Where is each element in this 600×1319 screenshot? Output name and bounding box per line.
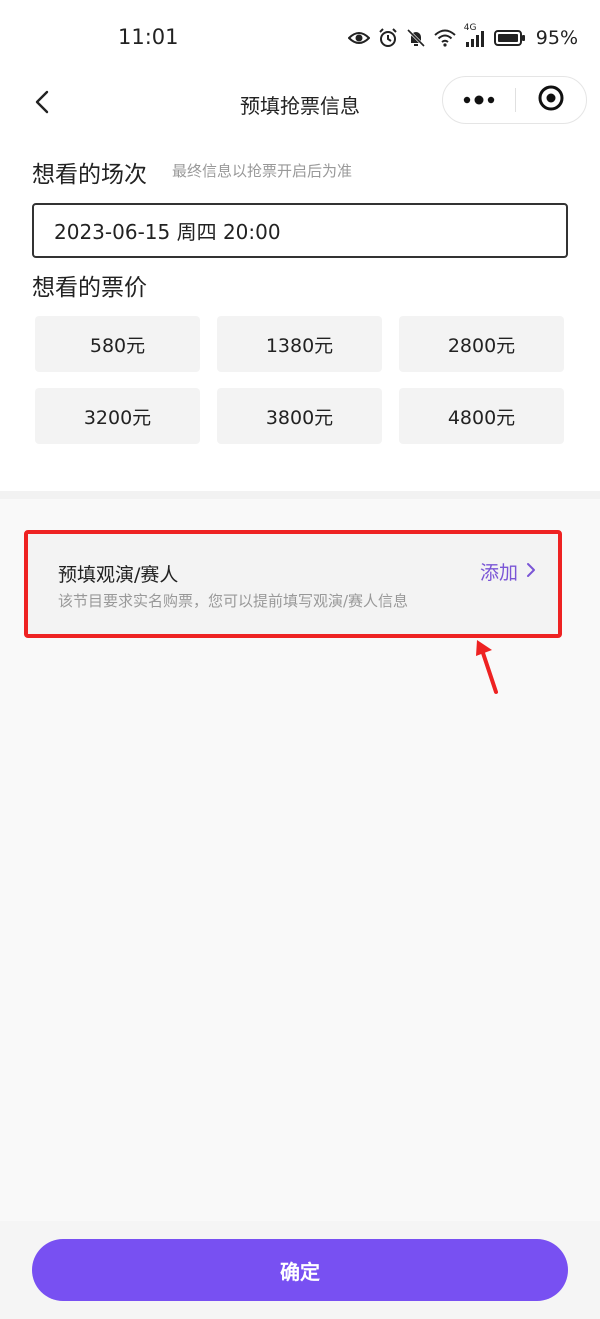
eye-icon bbox=[347, 30, 370, 46]
session-section-title: 想看的场次 bbox=[32, 162, 147, 188]
signal-icon: 4G bbox=[464, 23, 486, 47]
add-attendee-label: 添加 bbox=[479, 562, 518, 584]
price-option[interactable]: 1380元 bbox=[217, 316, 382, 372]
nav-header: 预填抢票信息 bbox=[0, 76, 600, 130]
close-mini-program-button[interactable] bbox=[516, 77, 586, 123]
network-type-label: 4G bbox=[463, 23, 477, 33]
price-option[interactable]: 3200元 bbox=[35, 388, 200, 444]
status-time: 11:01 bbox=[118, 25, 179, 49]
wifi-icon bbox=[434, 29, 456, 47]
status-bar: 11:01 4G 95% bbox=[0, 0, 600, 76]
attendee-card[interactable]: 预填观演/赛人 该节目要求实名购票，您可以提前填写观演/赛人信息 添加 bbox=[24, 530, 562, 638]
annotation-arrow-icon bbox=[468, 636, 508, 700]
close-target-icon bbox=[537, 84, 565, 116]
session-select[interactable]: 2023-06-15 周四 20:00 bbox=[32, 203, 568, 258]
battery-percent: 95% bbox=[535, 27, 578, 49]
session-hint: 最终信息以抢票开启后为准 bbox=[172, 162, 353, 180]
attendee-title: 预填观演/赛人 bbox=[58, 564, 179, 586]
footer-bar: 确定 bbox=[0, 1221, 600, 1319]
more-button[interactable] bbox=[443, 77, 515, 123]
session-selected-value: 2023-06-15 周四 20:00 bbox=[54, 220, 281, 244]
confirm-button[interactable]: 确定 bbox=[32, 1239, 568, 1301]
mini-program-capsule bbox=[442, 76, 587, 124]
section-divider bbox=[0, 491, 600, 499]
battery-icon bbox=[493, 29, 526, 47]
price-option[interactable]: 580元 bbox=[35, 316, 200, 372]
price-options: 580元 1380元 2800元 3200元 3800元 4800元 bbox=[35, 316, 565, 444]
chevron-right-icon bbox=[526, 561, 536, 583]
price-section-title: 想看的票价 bbox=[32, 275, 147, 301]
price-option[interactable]: 3800元 bbox=[217, 388, 382, 444]
attendee-description: 该节目要求实名购票，您可以提前填写观演/赛人信息 bbox=[58, 592, 409, 610]
more-dots-icon bbox=[462, 91, 496, 110]
mute-bell-icon bbox=[406, 28, 426, 48]
price-option[interactable]: 2800元 bbox=[399, 316, 564, 372]
status-icons: 4G 95% bbox=[347, 23, 578, 51]
alarm-icon bbox=[378, 28, 398, 48]
price-option[interactable]: 4800元 bbox=[399, 388, 564, 444]
add-attendee-button[interactable]: 添加 bbox=[480, 558, 536, 585]
